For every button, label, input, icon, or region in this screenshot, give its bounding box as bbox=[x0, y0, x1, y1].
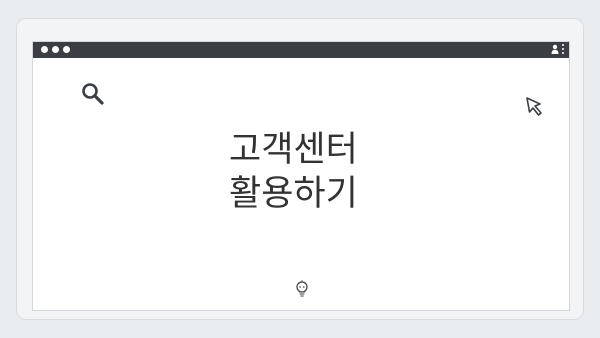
window-titlebar bbox=[33, 42, 569, 58]
lightbulb-icon bbox=[296, 280, 308, 297]
page-title-line-2: 활용하기 bbox=[229, 174, 358, 214]
browser-window: 고객센터 활용하기 bbox=[32, 41, 570, 311]
window-control-dot[interactable] bbox=[52, 46, 59, 53]
window-controls bbox=[41, 46, 70, 53]
user-icon[interactable] bbox=[551, 44, 559, 54]
titlebar-actions bbox=[551, 44, 564, 54]
window-control-dot[interactable] bbox=[63, 46, 70, 53]
search-icon bbox=[82, 83, 104, 105]
kebab-menu-icon[interactable] bbox=[562, 44, 564, 54]
page-title-line-1: 고객센터 bbox=[229, 130, 358, 170]
cursor-arrow-icon bbox=[526, 97, 542, 116]
window-control-dot[interactable] bbox=[41, 46, 48, 53]
